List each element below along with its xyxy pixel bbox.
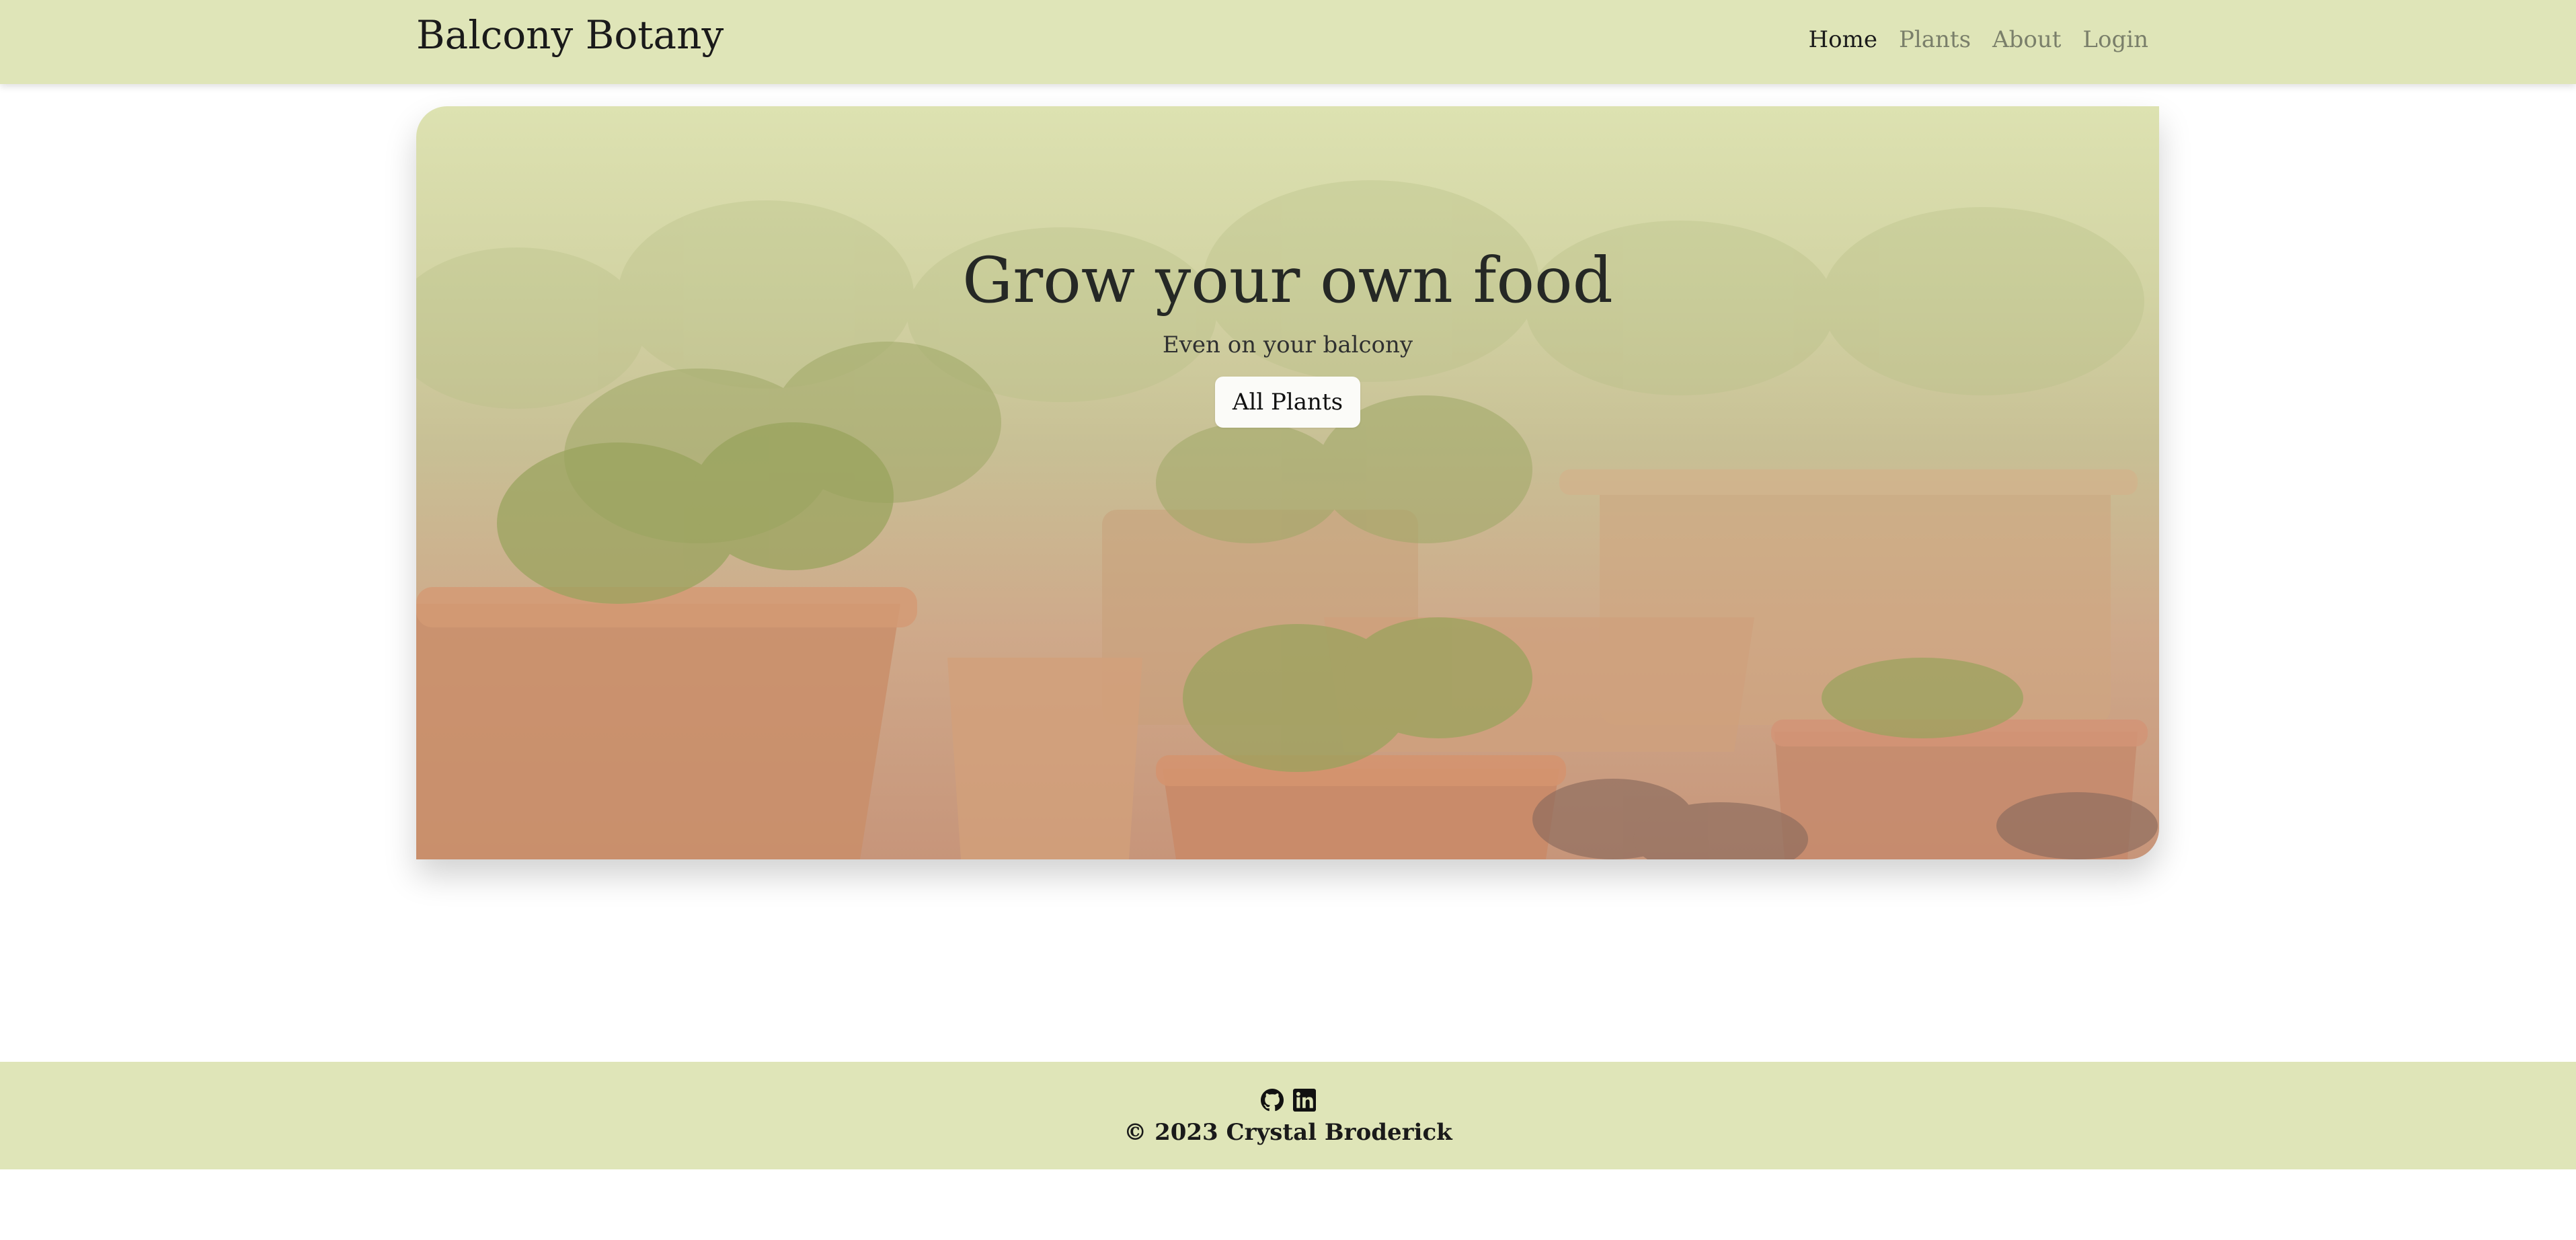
nav-link-about[interactable]: About [1992,22,2061,57]
hero-content: Grow your own food Even on your balcony … [416,241,2159,428]
all-plants-button[interactable]: All Plants [1214,377,1361,428]
nav-link-plants[interactable]: Plants [1899,22,1971,57]
hero-title: Grow your own food [962,244,1613,317]
footer: © 2023 Crystal Broderick [0,1062,2576,1169]
linkedin-icon[interactable] [1292,1089,1316,1112]
navbar: Balcony Botany Home Plants About Login [0,0,2576,84]
hero-subtitle: Even on your balcony [1162,332,1413,358]
footer-icons [0,1089,2576,1112]
brand-logo[interactable]: Balcony Botany [416,9,724,61]
hero-background-image [416,180,2158,859]
github-icon[interactable] [1260,1089,1284,1112]
copyright-text: © 2023 Crystal Broderick [1124,1119,1452,1146]
nav-links: Home Plants About Login [1809,22,2148,57]
nav-link-home[interactable]: Home [1809,22,1877,57]
nav-link-login[interactable]: Login [2082,22,2148,57]
hero-banner: Grow your own food Even on your balcony … [416,106,2159,859]
